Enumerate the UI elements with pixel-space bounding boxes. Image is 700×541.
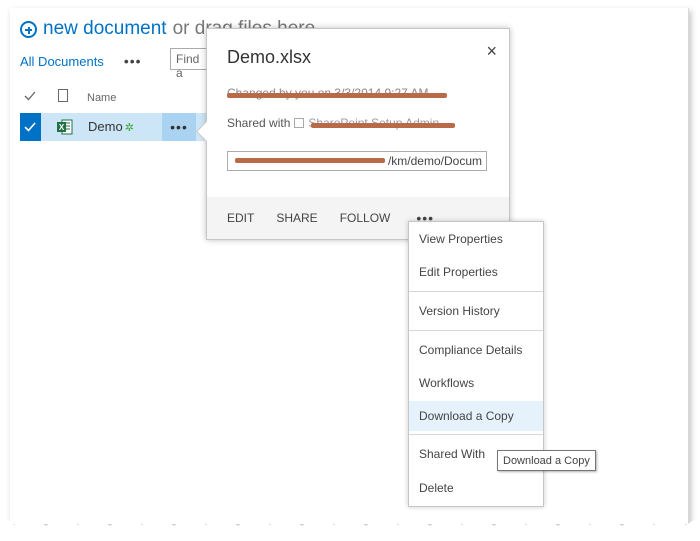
redaction-mark: [235, 158, 385, 163]
shared-with-label: Shared with: [227, 116, 291, 130]
row-checkbox[interactable]: [20, 113, 41, 141]
redaction-mark: [311, 123, 455, 128]
menu-item-version-history[interactable]: Version History: [409, 296, 543, 326]
menu-item-delete[interactable]: Delete: [409, 473, 543, 503]
all-documents-view[interactable]: All Documents: [20, 54, 104, 69]
view-more-button[interactable]: •••: [124, 53, 142, 69]
find-file-input[interactable]: Find a: [170, 48, 210, 80]
new-document-label: new document: [43, 18, 167, 39]
menu-separator: [409, 330, 543, 331]
edit-button[interactable]: EDIT: [227, 211, 254, 225]
document-name-link[interactable]: Demo ✲: [88, 119, 134, 134]
menu-item-edit-properties[interactable]: Edit Properties: [409, 257, 543, 287]
menu-item-workflows[interactable]: Workflows: [409, 368, 543, 398]
follow-button[interactable]: FOLLOW: [340, 211, 391, 225]
torn-edge-decoration: [0, 519, 700, 541]
select-all-check-icon[interactable]: [24, 90, 36, 102]
download-copy-tooltip: Download a Copy: [497, 450, 596, 471]
close-icon[interactable]: ×: [486, 41, 497, 62]
user-presence-icon: [294, 118, 305, 128]
menu-item-compliance-details[interactable]: Compliance Details: [409, 335, 543, 365]
open-callout-button[interactable]: •••: [162, 113, 196, 141]
menu-separator: [409, 434, 543, 435]
document-callout: Demo.xlsx × Changed by you on 3/3/2014 9…: [195, 28, 510, 240]
new-item-icon: ✲: [124, 122, 134, 134]
menu-item-download-copy[interactable]: Download a Copy: [409, 401, 543, 431]
plus-circle-icon: [20, 20, 37, 38]
sharepoint-library-window: new document or drag files here All Docu…: [10, 8, 689, 524]
document-name: Demo: [88, 119, 123, 134]
svg-text:X: X: [59, 123, 65, 132]
menu-separator: [409, 291, 543, 292]
callout-title: Demo.xlsx: [227, 47, 312, 67]
view-selector-row: All Documents •••: [20, 50, 142, 72]
document-link-suffix: /km/demo/Docum: [387, 154, 482, 168]
share-button[interactable]: SHARE: [276, 211, 317, 225]
menu-item-view-properties[interactable]: View Properties: [409, 224, 543, 254]
document-type-header-icon: [58, 89, 68, 102]
checkmark-icon: [24, 122, 36, 132]
excel-file-icon: X: [57, 119, 73, 135]
redaction-mark: [227, 93, 447, 98]
column-header-name[interactable]: Name: [87, 88, 116, 108]
